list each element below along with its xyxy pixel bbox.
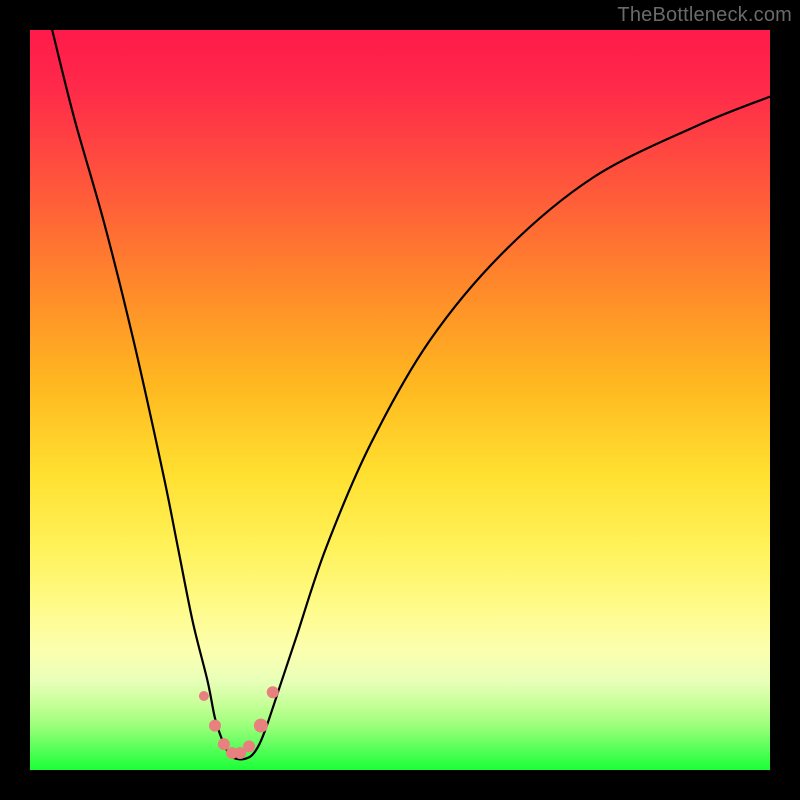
- plot-area: [30, 30, 770, 770]
- curve-path: [52, 30, 770, 759]
- data-point: [218, 738, 230, 750]
- data-point: [254, 719, 268, 733]
- watermark-text: TheBottleneck.com: [617, 4, 792, 27]
- data-point: [209, 720, 221, 732]
- bottleneck-curve-chart: [30, 30, 770, 770]
- data-point: [267, 686, 279, 698]
- data-point: [243, 740, 255, 752]
- chart-frame: TheBottleneck.com: [0, 0, 800, 800]
- data-point: [199, 691, 209, 701]
